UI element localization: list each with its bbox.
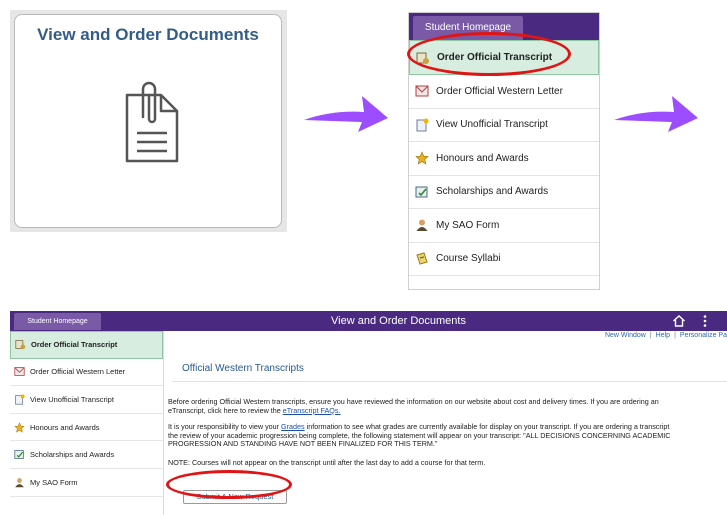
certificate-icon xyxy=(14,450,24,459)
submit-new-request-button[interactable]: Submit A New Request xyxy=(183,490,287,504)
person-icon xyxy=(15,477,24,487)
sidebar-item-label: Scholarships and Awards xyxy=(30,450,115,460)
nav-item-label: Scholarships and Awards xyxy=(436,186,549,198)
note-text: NOTE: Courses will not appear on the tra… xyxy=(168,458,486,467)
page-links: New Window | Help | Personalize Pa xyxy=(605,332,727,339)
nav-item-course-syllabi[interactable]: Course Syllabi xyxy=(409,243,599,276)
home-icon[interactable] xyxy=(672,314,686,328)
student-homepage-tab[interactable]: Student Homepage xyxy=(413,16,523,40)
star-icon xyxy=(415,151,429,165)
nav-item-label: Order Official Transcript xyxy=(437,52,553,63)
grades-line-1-pre: It is your responsibility to view your xyxy=(168,422,282,431)
help-link[interactable]: Help xyxy=(656,332,670,339)
syllabus-icon xyxy=(416,252,428,265)
grades-line-1-post: information to see what grades are curre… xyxy=(304,422,670,431)
section-heading: Official Western Transcripts xyxy=(182,363,304,374)
sidebar-item-my-sao-form[interactable]: My SAO Form xyxy=(10,469,163,497)
sidebar-item-label: Order Official Western Letter xyxy=(30,367,126,377)
student-nav-menu: Student Homepage Order Official Transcri… xyxy=(408,12,600,290)
flow-arrow-icon xyxy=(304,96,388,132)
kebab-menu-icon[interactable] xyxy=(702,314,708,328)
menu-header: Student Homepage xyxy=(409,13,599,40)
intro-line-2-text: eTranscript, click here to review the xyxy=(168,405,283,415)
letter-icon xyxy=(14,367,25,377)
view-order-documents-tile[interactable]: View and Order Documents xyxy=(14,14,282,228)
documents-page: Student Homepage View and Order Document… xyxy=(10,311,727,515)
link-separator: | xyxy=(674,332,676,339)
grades-link[interactable]: Grades xyxy=(281,422,305,431)
letter-icon xyxy=(415,85,429,97)
etranscript-faqs-link[interactable]: eTranscript FAQs. xyxy=(283,406,341,415)
intro-paragraph: Before ordering Official Western transcr… xyxy=(168,397,727,416)
sidebar-item-label: Honours and Awards xyxy=(30,422,100,432)
transcript-stamp-icon xyxy=(416,52,429,64)
new-window-link[interactable]: New Window xyxy=(605,332,646,339)
flow-arrow-icon xyxy=(614,96,698,132)
tile-title: View and Order Documents xyxy=(37,25,259,44)
nav-item-label: Order Official Western Letter xyxy=(436,85,563,97)
sidebar-item-order-official-transcript[interactable]: Order Official Transcript xyxy=(10,331,163,359)
sidebar-item-view-unofficial-transcript[interactable]: View Unofficial Transcript xyxy=(10,386,163,414)
nav-item-label: My SAO Form xyxy=(436,219,500,231)
transcript-stamp-icon xyxy=(15,340,26,350)
person-icon xyxy=(416,219,428,232)
page-header-bar: Student Homepage View and Order Document… xyxy=(10,311,727,331)
grades-line-3: PROGRESSION AND STANDING HAVE NOT BEEN F… xyxy=(168,439,438,449)
nav-item-label: Course Syllabi xyxy=(436,253,501,265)
nav-item-scholarships-awards[interactable]: Scholarships and Awards xyxy=(409,176,599,209)
link-separator: | xyxy=(649,332,652,339)
nav-item-order-official-transcript[interactable]: Order Official Transcript xyxy=(409,40,599,75)
main-content: Official Western Transcripts Before orde… xyxy=(168,342,727,515)
document-clip-icon xyxy=(125,81,179,163)
certificate-icon xyxy=(415,186,428,198)
sidebar: Order Official Transcript Order Official… xyxy=(10,331,164,515)
star-icon xyxy=(14,421,25,433)
tile-panel: View and Order Documents xyxy=(10,10,287,232)
sidebar-item-label: View Unofficial Transcript xyxy=(30,394,114,404)
intro-line-2: eTranscript, click here to review the eT… xyxy=(168,405,727,416)
nav-item-honours-awards[interactable]: Honours and Awards xyxy=(409,142,599,176)
grades-paragraph: It is your responsibility to view your G… xyxy=(168,422,727,449)
nav-item-my-sao-form[interactable]: My SAO Form xyxy=(409,209,599,243)
sidebar-item-label: My SAO Form xyxy=(30,477,78,487)
divider xyxy=(172,381,727,382)
page-title: View and Order Documents xyxy=(331,315,466,327)
doc-star-icon xyxy=(416,118,429,132)
nav-item-order-western-letter[interactable]: Order Official Western Letter xyxy=(409,75,599,109)
sidebar-item-honours-awards[interactable]: Honours and Awards xyxy=(10,414,163,442)
sidebar-item-scholarships-awards[interactable]: Scholarships and Awards xyxy=(10,441,163,469)
doc-star-icon xyxy=(15,394,25,405)
personalize-page-link[interactable]: Personalize Pa xyxy=(680,332,727,339)
nav-item-label: Honours and Awards xyxy=(436,152,529,164)
sidebar-item-order-western-letter[interactable]: Order Official Western Letter xyxy=(10,359,163,387)
nav-item-label: View Unofficial Transcript xyxy=(436,119,548,131)
sidebar-item-label: Order Official Transcript xyxy=(31,340,118,350)
nav-item-view-unofficial-transcript[interactable]: View Unofficial Transcript xyxy=(409,109,599,142)
